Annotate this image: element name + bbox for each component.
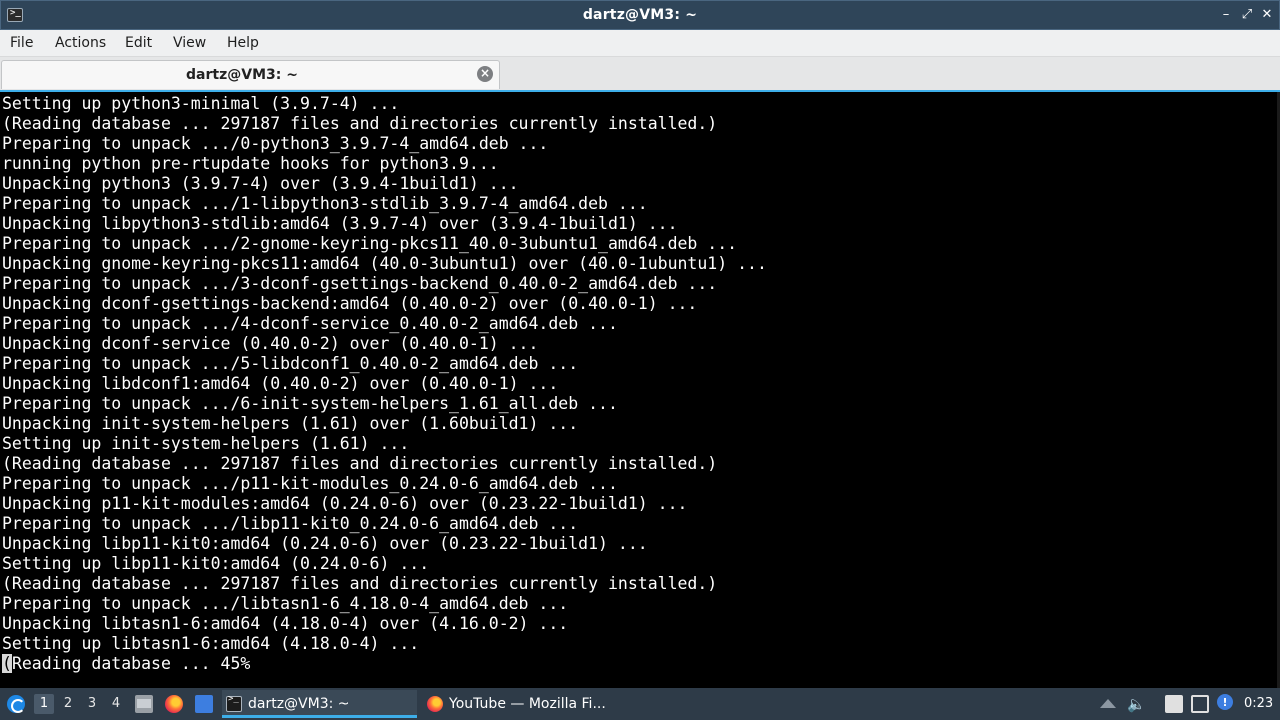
menu-view[interactable]: View — [173, 35, 206, 51]
terminal-line: Setting up libtasn1-6:amd64 (4.18.0-4) .… — [2, 634, 420, 653]
terminal-line: Preparing to unpack .../0-python3_3.9.7-… — [2, 134, 549, 153]
menu-actions[interactable]: Actions — [55, 35, 106, 51]
network-icon[interactable] — [1191, 695, 1209, 713]
terminal-current-line: (Reading database ... 45% — [2, 654, 767, 674]
desktop-3[interactable]: 3 — [82, 694, 102, 714]
terminal-progress-text: Reading database ... 45% — [11, 654, 251, 673]
menu-file[interactable]: File — [10, 35, 33, 51]
terminal-line: Preparing to unpack .../5-libdconf1_0.40… — [2, 354, 579, 373]
terminal-icon — [226, 694, 242, 712]
terminal-line: Unpacking dconf-gsettings-backend:amd64 … — [2, 294, 698, 313]
terminal-line: Unpacking libdconf1:amd64 (0.40.0-2) ove… — [2, 374, 559, 393]
terminal-line: Unpacking dconf-service (0.40.0-2) over … — [2, 334, 539, 353]
tab-bar: dartz@VM3: ~ × — [0, 57, 1280, 90]
file-manager-icon[interactable] — [135, 695, 153, 713]
tab-terminal[interactable]: dartz@VM3: ~ × — [1, 60, 500, 89]
tab-label: dartz@VM3: ~ — [186, 67, 298, 83]
task-terminal-label: dartz@VM3: ~ — [248, 696, 350, 712]
terminal-line: running python pre-rtupdate hooks for py… — [2, 154, 499, 173]
task-terminal[interactable]: dartz@VM3: ~ — [222, 690, 417, 718]
task-firefox-label: YouTube — Mozilla Fi... — [449, 696, 606, 712]
terminal-line: Preparing to unpack .../libtasn1-6_4.18.… — [2, 594, 569, 613]
firefox-icon[interactable] — [165, 695, 183, 713]
desktop-2[interactable]: 2 — [58, 694, 78, 714]
terminal-output[interactable]: Setting up python3-minimal (3.9.7-4) ...… — [0, 90, 1280, 688]
desktop-1[interactable]: 1 — [34, 694, 54, 714]
terminal-line: (Reading database ... 297187 files and d… — [2, 574, 718, 593]
window-title: dartz@VM3: ~ — [582, 7, 698, 23]
terminal-line: Unpacking init-system-helpers (1.61) ove… — [2, 414, 579, 433]
menu-help[interactable]: Help — [227, 35, 259, 51]
firefox-task-icon — [427, 696, 443, 712]
terminal-line: Preparing to unpack .../1-libpython3-std… — [2, 194, 648, 213]
window-titlebar[interactable]: >_ dartz@VM3: ~ – ⤢ ✕ — [0, 0, 1280, 30]
show-desktop-icon[interactable] — [195, 695, 213, 713]
terminal-line: Preparing to unpack .../2-gnome-keyring-… — [2, 234, 738, 253]
taskbar: 1 2 3 4 dartz@VM3: ~ YouTube — Mozilla F… — [0, 688, 1280, 720]
terminal-line: Preparing to unpack .../p11-kit-modules_… — [2, 474, 618, 493]
terminal-line: Unpacking p11-kit-modules:amd64 (0.24.0-… — [2, 494, 688, 513]
menu-bar: File Actions Edit View Help — [0, 30, 1280, 57]
minimize-icon[interactable]: – — [1219, 7, 1233, 23]
terminal-line: Unpacking libpython3-stdlib:amd64 (3.9.7… — [2, 214, 678, 233]
close-icon[interactable]: ✕ — [1260, 7, 1274, 23]
terminal-line: (Reading database ... 297187 files and d… — [2, 454, 718, 473]
app-launcher-icon[interactable] — [7, 695, 25, 713]
restore-icon[interactable]: ⤢ — [1240, 7, 1254, 23]
tray-expand-icon[interactable] — [1100, 699, 1116, 708]
volume-icon[interactable]: 🔈 — [1127, 695, 1146, 713]
terminal-cursor: ( — [2, 654, 12, 673]
clipboard-icon[interactable] — [1165, 695, 1183, 713]
terminal-line: Unpacking gnome-keyring-pkcs11:amd64 (40… — [2, 254, 767, 273]
notification-icon[interactable]: ! — [1217, 694, 1233, 710]
task-firefox[interactable]: YouTube — Mozilla Fi... — [423, 690, 618, 718]
terminal-lines: Setting up python3-minimal (3.9.7-4) ...… — [2, 94, 767, 674]
clock[interactable]: 0:23 — [1244, 696, 1273, 711]
terminal-line: (Reading database ... 297187 files and d… — [2, 114, 718, 133]
terminal-line: Setting up init-system-helpers (1.61) ..… — [2, 434, 410, 453]
terminal-line: Setting up libp11-kit0:amd64 (0.24.0-6) … — [2, 554, 430, 573]
terminal-line: Unpacking python3 (3.9.7-4) over (3.9.4-… — [2, 174, 519, 193]
close-tab-icon[interactable]: × — [477, 66, 493, 82]
desktop-4[interactable]: 4 — [106, 694, 126, 714]
terminal-line: Preparing to unpack .../3-dconf-gsetting… — [2, 274, 718, 293]
terminal-line: Setting up python3-minimal (3.9.7-4) ... — [2, 94, 400, 113]
terminal-line: Preparing to unpack .../libp11-kit0_0.24… — [2, 514, 579, 533]
terminal-line: Unpacking libtasn1-6:amd64 (4.18.0-4) ov… — [2, 614, 569, 633]
terminal-line: Preparing to unpack .../4-dconf-service_… — [2, 314, 618, 333]
terminal-line: Unpacking libp11-kit0:amd64 (0.24.0-6) o… — [2, 534, 648, 553]
menu-edit[interactable]: Edit — [125, 35, 152, 51]
terminal-line: Preparing to unpack .../6-init-system-he… — [2, 394, 618, 413]
